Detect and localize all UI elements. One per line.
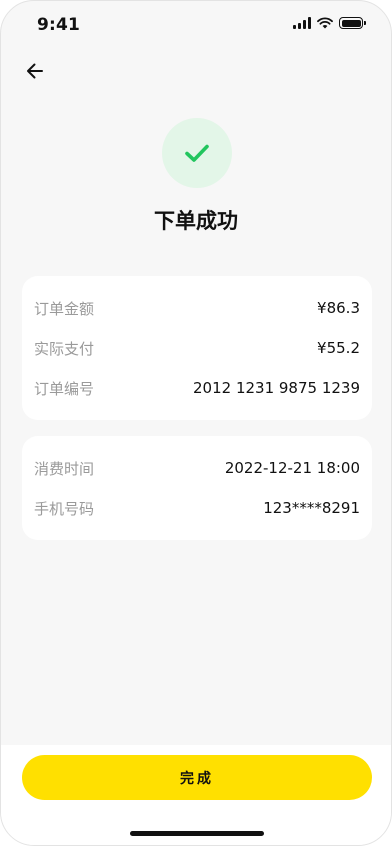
battery-icon bbox=[339, 17, 366, 29]
bottom-bar: 完成 bbox=[1, 745, 391, 845]
actual-payment-value: ¥55.2 bbox=[317, 339, 360, 357]
order-info-card: 订单金额 ¥86.3 实际支付 ¥55.2 订单编号 2012 1231 987… bbox=[22, 276, 372, 420]
order-number-value: 2012 1231 9875 1239 bbox=[193, 379, 360, 397]
done-button[interactable]: 完成 bbox=[22, 755, 372, 800]
success-badge bbox=[162, 118, 232, 188]
status-bar: 9:41 bbox=[1, 1, 391, 51]
consume-time-value: 2022-12-21 18:00 bbox=[224, 459, 360, 477]
order-amount-label: 订单金额 bbox=[34, 299, 95, 318]
phone-number-value: 123****8291 bbox=[263, 499, 360, 517]
back-button[interactable] bbox=[23, 59, 47, 83]
arrow-left-icon bbox=[27, 63, 43, 79]
order-number-label: 订单编号 bbox=[34, 379, 95, 398]
check-icon bbox=[185, 144, 209, 162]
home-indicator bbox=[130, 831, 264, 836]
consume-time-label: 消费时间 bbox=[34, 459, 95, 478]
order-number-row: 订单编号 2012 1231 9875 1239 bbox=[34, 368, 360, 408]
status-icons bbox=[293, 17, 366, 29]
order-amount-value: ¥86.3 bbox=[317, 299, 360, 317]
consume-info-card: 消费时间 2022-12-21 18:00 手机号码 123****8291 bbox=[22, 436, 372, 540]
consume-time-row: 消费时间 2022-12-21 18:00 bbox=[34, 448, 360, 488]
order-amount-row: 订单金额 ¥86.3 bbox=[34, 288, 360, 328]
actual-payment-row: 实际支付 ¥55.2 bbox=[34, 328, 360, 368]
signal-icon bbox=[293, 17, 311, 29]
phone-screen: 9:41 下单成功 订单金额 ¥86.3 实际支付 ¥55.2 订单编号 201… bbox=[0, 0, 392, 846]
status-time: 9:41 bbox=[37, 15, 81, 35]
actual-payment-label: 实际支付 bbox=[34, 339, 95, 358]
phone-number-row: 手机号码 123****8291 bbox=[34, 488, 360, 528]
success-title: 下单成功 bbox=[154, 209, 238, 233]
phone-number-label: 手机号码 bbox=[34, 499, 95, 518]
wifi-icon bbox=[317, 17, 333, 29]
